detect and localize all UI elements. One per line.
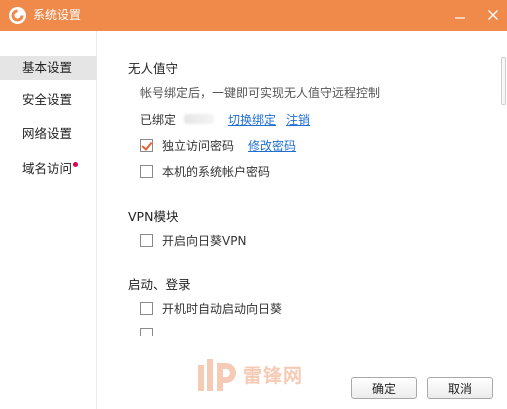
section-title-startup: 启动、登录 [128, 277, 191, 292]
autostart-row: 开机时自动启动向日葵 [140, 300, 282, 316]
masked-account [184, 114, 215, 124]
startup-option-checkbox[interactable] [140, 327, 153, 336]
switch-binding-link[interactable]: 切换绑定 [228, 111, 276, 128]
sidebar-item-network[interactable]: 网络设置 [0, 122, 97, 146]
sidebar-item-label: 域名访问 [22, 161, 73, 176]
watermark-text: 雷锋网 [243, 365, 304, 387]
sidebar-item-security[interactable]: 安全设置 [0, 88, 97, 112]
close-icon [488, 10, 498, 20]
autostart-checkbox[interactable] [140, 301, 153, 315]
sidebar-item-label: 基本设置 [22, 60, 73, 75]
sunflower-logo-icon [8, 6, 27, 25]
sidebar-item-label: 网络设置 [22, 126, 73, 141]
scrollbar-thumb[interactable] [501, 57, 506, 105]
cancel-button[interactable]: 取消 [427, 377, 493, 399]
scrollbar[interactable] [499, 31, 507, 336]
unattended-description: 帐号绑定后，一键即可实现无人值守远程控制 [140, 86, 381, 100]
independent-password-label: 独立访问密码 [162, 138, 235, 153]
watermark: 雷锋网 [196, 355, 346, 397]
change-password-link[interactable]: 修改密码 [248, 137, 296, 154]
bound-account-row: 已绑定 切换绑定 注销 [140, 111, 310, 127]
title-bar: 系统设置 [0, 0, 507, 31]
enable-vpn-label: 开启向日葵VPN [162, 233, 247, 248]
logout-link[interactable]: 注销 [286, 111, 310, 128]
system-account-password-checkbox[interactable] [140, 164, 153, 178]
independent-password-checkbox[interactable] [140, 138, 153, 152]
settings-panel: 无人值守 帐号绑定后，一键即可实现无人值守远程控制 已绑定 切换绑定 注销 独立… [98, 31, 498, 336]
close-button[interactable] [482, 5, 504, 25]
independent-password-row: 独立访问密码 修改密码 [140, 137, 296, 153]
autostart-label: 开机时自动启动向日葵 [162, 301, 283, 316]
sidebar-item-label: 安全设置 [22, 92, 73, 107]
watermark-logo-icon [198, 359, 236, 391]
sidebar-item-domain-access[interactable]: 域名访问 [0, 157, 97, 181]
section-title-vpn: VPN模块 [128, 209, 179, 224]
ok-button[interactable]: 确定 [351, 377, 417, 399]
enable-vpn-checkbox[interactable] [140, 233, 153, 247]
vpn-row: 开启向日葵VPN [140, 232, 246, 248]
minimize-icon [455, 17, 465, 19]
system-account-password-row: 本机的系统帐户密码 [140, 163, 270, 179]
startup-option-row [140, 326, 162, 336]
sidebar-item-basic[interactable]: 基本设置 [0, 56, 97, 80]
system-account-password-label: 本机的系统帐户密码 [162, 164, 271, 179]
sidebar: 基本设置 安全设置 网络设置 域名访问 [0, 31, 97, 409]
window-title: 系统设置 [33, 8, 82, 22]
minimize-button[interactable] [449, 5, 471, 25]
bound-label: 已绑定 [140, 112, 177, 127]
notification-dot-icon [73, 162, 78, 167]
section-title-unattended: 无人值守 [128, 61, 179, 76]
